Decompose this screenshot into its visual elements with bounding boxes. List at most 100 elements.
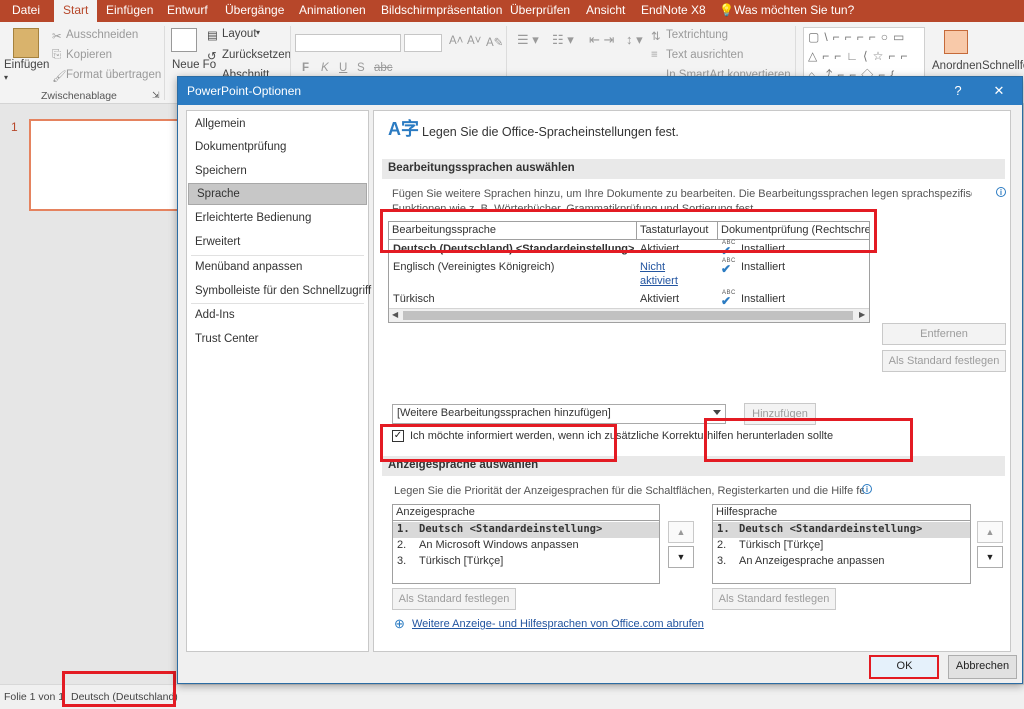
move-down-help-button[interactable]: ▼ <box>977 546 1003 568</box>
layout-dropdown-icon[interactable]: ▾ <box>256 28 260 37</box>
help-language-list[interactable]: Hilfesprache 1. Deutsch <Standardeinstell… <box>712 504 971 584</box>
italic-button[interactable]: K <box>321 62 329 74</box>
proofing-check-icon: ✔ <box>721 294 732 308</box>
nav-item-allgemein[interactable]: Allgemein <box>187 114 368 136</box>
nav-item-addins[interactable]: Add-Ins <box>187 305 368 327</box>
paste-dropdown-icon[interactable]: ▾ <box>4 73 8 82</box>
list-item[interactable]: 3. An Anzeigesprache anpassen <box>713 554 970 570</box>
add-language-combo-value: [Weitere Bearbeitungssprachen hinzufügen… <box>397 407 611 419</box>
nav-item-erweitert[interactable]: Erweitert <box>187 232 368 254</box>
editing-description-2: Funktionen wie z. B. Wörterbücher, Gramm… <box>392 203 757 211</box>
font-name-combo[interactable] <box>295 34 401 52</box>
nav-item-speichern[interactable]: Speichern <box>187 161 368 183</box>
help-language-header: Hilfesprache <box>713 505 970 521</box>
options-nav: Allgemein Dokumentprüfung Speichern Spra… <box>186 110 371 652</box>
tab-bildschirmpraesentation[interactable]: Bildschirmpräsentation <box>381 3 502 17</box>
dialog-launcher-icon[interactable]: ⇲ <box>152 90 160 101</box>
strikethrough-button[interactable]: abc <box>374 62 393 74</box>
info-icon[interactable]: i <box>862 484 872 494</box>
language-icon: A字 <box>388 119 419 139</box>
cancel-button[interactable]: Abbrechen <box>948 655 1017 679</box>
bullets-icon[interactable]: ☰ ▾ <box>517 32 539 48</box>
table-row-language[interactable]: Türkisch <box>393 293 435 305</box>
table-row-language[interactable]: Deutsch (Deutschland) <Standardeinstellu… <box>393 243 634 255</box>
copy-button[interactable]: Kopieren <box>66 49 112 61</box>
nav-item-schnellzugriff[interactable]: Symbolleiste für den Schnellzugriff <box>187 281 371 303</box>
table-horizontal-scrollbar[interactable]: ◀ ▶ <box>389 308 869 322</box>
move-up-help-button[interactable]: ▲ <box>977 521 1003 543</box>
activate-keyboard-link-2[interactable]: aktiviert <box>640 275 678 287</box>
cut-button[interactable]: Ausschneiden <box>66 29 138 41</box>
move-up-display-button[interactable]: ▲ <box>668 521 694 543</box>
remove-button[interactable]: Entfernen <box>882 323 1006 345</box>
nav-item-dokumentpruefung[interactable]: Dokumentprüfung <box>187 137 368 159</box>
tab-start[interactable]: Start <box>54 0 98 22</box>
reset-button[interactable]: Zurücksetzen <box>222 49 291 61</box>
clear-formatting-icon[interactable]: A✎ <box>486 35 503 49</box>
set-default-help-button[interactable]: Als Standard festlegen <box>712 588 836 610</box>
options-content: A字 Legen Sie die Office-Spracheinstellun… <box>373 110 1011 652</box>
indent-icon[interactable]: ⇤ ⇥ <box>589 32 614 48</box>
align-text-button[interactable]: Text ausrichten <box>666 49 743 61</box>
nav-item-trust-center[interactable]: Trust Center <box>187 329 368 351</box>
more-languages-link[interactable]: Weitere Anzeige- und Hilfesprachen von O… <box>412 618 704 630</box>
set-default-display-button[interactable]: Als Standard festlegen <box>392 588 516 610</box>
nav-item-menueband[interactable]: Menüband anpassen <box>187 257 368 279</box>
tell-me-box[interactable]: Was möchten Sie tun? <box>734 3 854 17</box>
set-default-editing-button[interactable]: Als Standard festlegen <box>882 350 1006 372</box>
info-icon[interactable]: i <box>996 187 1006 197</box>
tab-ueberpruefen[interactable]: Überprüfen <box>510 3 570 17</box>
scrollbar-thumb[interactable] <box>403 311 853 320</box>
grow-font-icon[interactable]: A˄ <box>449 35 463 47</box>
nav-divider <box>191 303 364 304</box>
add-language-combo[interactable]: [Weitere Bearbeitungssprachen hinzufügen… <box>392 404 726 424</box>
font-size-combo[interactable] <box>404 34 442 52</box>
list-item[interactable]: 2. An Microsoft Windows anpassen <box>393 538 659 554</box>
chevron-down-icon <box>713 410 721 415</box>
format-painter-button[interactable]: Format übertragen <box>66 69 161 81</box>
dialog-titlebar: PowerPoint-Optionen ? ✕ <box>178 77 1022 105</box>
arrange-icon <box>944 30 968 54</box>
move-down-display-button[interactable]: ▼ <box>668 546 694 568</box>
layout-button[interactable]: Layout <box>222 28 257 40</box>
scroll-right-icon[interactable]: ▶ <box>859 310 865 319</box>
bold-button[interactable]: F <box>302 62 309 74</box>
shrink-font-icon[interactable]: A˅ <box>467 35 481 47</box>
numbering-icon[interactable]: ☷ ▾ <box>552 32 574 48</box>
list-item[interactable]: 1. Deutsch <Standardeinstellung> <box>713 522 970 538</box>
language-status[interactable]: Deutsch (Deutschland) <box>71 691 178 703</box>
notify-checkbox[interactable]: ✓ <box>392 430 404 442</box>
quick-styles-button[interactable]: Schnellfor <box>982 60 1024 72</box>
list-item[interactable]: 1. Deutsch <Standardeinstellung> <box>393 522 659 538</box>
table-row-keyboard: Aktiviert <box>640 293 680 305</box>
close-icon[interactable]: ✕ <box>979 77 1019 105</box>
activate-keyboard-link[interactable]: Nicht <box>640 261 665 273</box>
arrange-button[interactable]: Anordnen <box>932 60 982 72</box>
column-header-language[interactable]: Bearbeitungssprache <box>389 222 637 240</box>
slide-thumbnail[interactable] <box>29 119 185 211</box>
tab-uebergaenge[interactable]: Übergänge <box>225 3 284 17</box>
tab-endnote[interactable]: EndNote X8 <box>641 3 706 17</box>
display-language-list[interactable]: Anzeigesprache 1. Deutsch <Standardeinste… <box>392 504 660 584</box>
list-item[interactable]: 3. Türkisch [Türkçe] <box>393 554 659 570</box>
tab-datei[interactable]: Datei <box>12 3 40 17</box>
tab-ansicht[interactable]: Ansicht <box>586 3 625 17</box>
help-button[interactable]: ? <box>938 77 978 105</box>
table-row-language[interactable]: Englisch (Vereinigtes Königreich) <box>393 261 554 273</box>
nav-item-erleichterte-bedienung[interactable]: Erleichterte Bedienung <box>187 208 368 230</box>
line-spacing-icon[interactable]: ↕ ▾ <box>626 32 643 48</box>
strike-button[interactable]: S <box>357 62 365 74</box>
tab-entwurf[interactable]: Entwurf <box>167 3 208 17</box>
list-item[interactable]: 2. Türkisch [Türkçe] <box>713 538 970 554</box>
add-button[interactable]: Hinzufügen <box>744 403 816 425</box>
text-direction-button[interactable]: Textrichtung <box>666 29 728 41</box>
tab-animationen[interactable]: Animationen <box>299 3 366 17</box>
nav-item-sprache[interactable]: Sprache <box>188 183 367 205</box>
scroll-left-icon[interactable]: ◀ <box>392 310 398 319</box>
underline-button[interactable]: U <box>339 62 347 74</box>
ok-button[interactable]: OK <box>870 655 939 679</box>
column-header-proofing[interactable]: Dokumentprüfung (Rechtschrei <box>718 222 869 240</box>
tab-einfuegen[interactable]: Einfügen <box>106 3 153 17</box>
paste-button[interactable]: Einfügen <box>4 59 49 71</box>
column-header-keyboard[interactable]: Tastaturlayout <box>637 222 718 240</box>
